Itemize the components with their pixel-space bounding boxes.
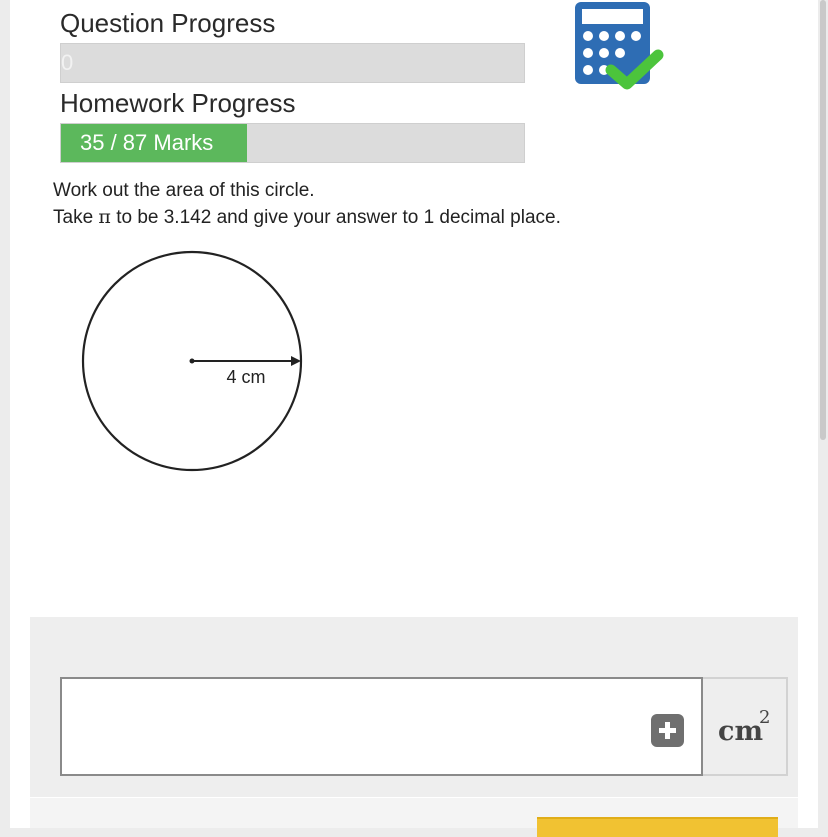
circle-diagram: 4 cm (81, 250, 303, 472)
answer-unit: cm (718, 716, 764, 747)
question-line-2-prefix: Take (53, 207, 99, 228)
question-line-1: Work out the area of this circle. (53, 180, 315, 201)
scrollbar[interactable] (820, 0, 826, 440)
answer-unit-power: 2 (759, 707, 771, 728)
answer-input[interactable] (60, 677, 703, 776)
question-progress-value: 0 (61, 50, 74, 75)
question-progress-bar: 0 (60, 43, 525, 83)
plus-square-icon[interactable] (651, 714, 684, 747)
question-line-2-suffix: to be 3.142 and give your answer to 1 de… (110, 207, 561, 228)
question-line-2: Take π to be 3.142 and give your answer … (53, 204, 561, 231)
homework-progress-label: Homework Progress (60, 88, 296, 118)
pi-symbol: π (98, 206, 111, 228)
radius-arrowhead (291, 356, 301, 366)
calculator-check-icon[interactable] (573, 0, 665, 101)
question-progress-label: Question Progress (60, 8, 276, 38)
question-text: Work out the area of this circle. Take π… (53, 178, 561, 231)
homework-progress-bar: 35 / 87 Marks (60, 123, 525, 163)
submit-button[interactable] (537, 817, 778, 837)
radius-label: 4 cm (226, 367, 265, 387)
homework-progress-text: 35 / 87 Marks (80, 130, 214, 155)
